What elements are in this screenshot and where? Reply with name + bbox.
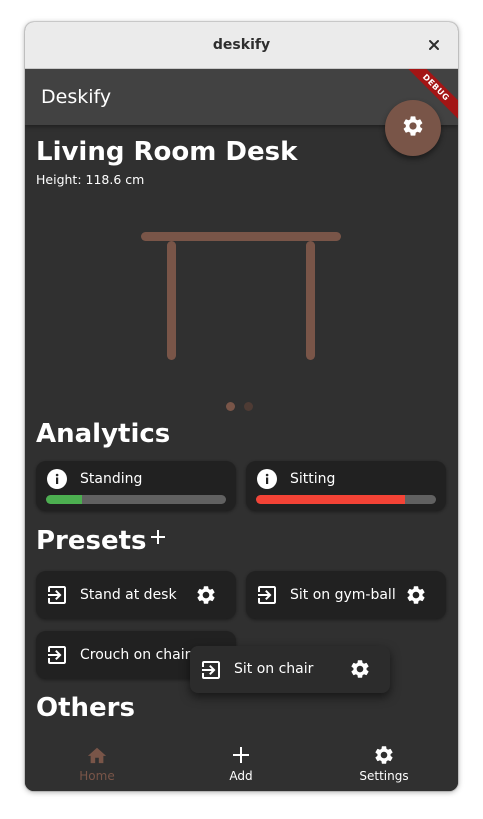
nav-label: Home (79, 769, 115, 783)
window-title: deskify (212, 37, 271, 53)
gear-icon[interactable] (404, 583, 428, 607)
preset-card[interactable]: Sit on gym-ball (246, 571, 446, 619)
analytics-card-sitting[interactable]: Sitting (246, 461, 446, 511)
desk-name: Living Room Desk (36, 137, 298, 167)
nav-label: Add (229, 769, 253, 783)
sitting-progress-bar (256, 495, 436, 504)
preset-label: Sit on chair (234, 661, 314, 677)
home-icon (85, 743, 109, 767)
info-icon (256, 468, 278, 490)
analytics-label: Sitting (290, 471, 336, 487)
analytics-card-standing[interactable]: Standing (36, 461, 236, 511)
preset-label: Crouch on chair (80, 647, 191, 663)
desk-leg-left (167, 241, 176, 360)
desk-leg-right (306, 241, 315, 360)
settings-icon (372, 743, 396, 767)
app-content: Deskify DEBUG Living Room Desk Height: 1… (25, 69, 458, 791)
page-dot[interactable] (244, 402, 253, 411)
nav-home[interactable]: Home (47, 735, 147, 791)
gear-icon[interactable] (348, 657, 372, 681)
progress-fill (256, 495, 406, 504)
nav-add[interactable]: Add (191, 735, 291, 791)
presets-title: Presets (36, 526, 147, 556)
desk-height: Height: 118.6 cm (36, 172, 145, 187)
preset-card[interactable]: Stand at desk (36, 571, 236, 619)
login-icon (199, 658, 223, 682)
others-title: Others (36, 693, 135, 723)
analytics-label: Standing (80, 471, 143, 487)
app-window: deskify Deskify DEBUG Living Room Desk H… (25, 22, 458, 791)
add-preset-button[interactable] (146, 525, 170, 549)
analytics-title: Analytics (36, 419, 171, 449)
standing-progress-bar (46, 495, 226, 504)
add-icon (229, 743, 253, 767)
page-dot[interactable] (226, 402, 235, 411)
nav-settings[interactable]: Settings (334, 735, 434, 791)
preset-label: Sit on gym-ball (290, 587, 396, 603)
login-icon (45, 643, 69, 667)
preset-label: Stand at desk (80, 587, 177, 603)
info-icon (46, 468, 68, 490)
dragging-preset-card[interactable]: Sit on chair (190, 646, 390, 693)
desk-settings-button[interactable] (385, 100, 441, 156)
window-titlebar[interactable]: deskify (25, 22, 458, 69)
login-icon (45, 583, 69, 607)
login-icon (255, 583, 279, 607)
page-indicator (226, 402, 253, 411)
nav-label: Settings (359, 769, 409, 783)
desk-illustration[interactable] (135, 227, 345, 367)
app-title: Deskify (41, 86, 112, 108)
bottom-navigation: Home Add Settings (25, 735, 458, 791)
gear-icon[interactable] (194, 583, 218, 607)
gear-icon (401, 114, 425, 142)
desk-top (141, 232, 341, 241)
close-icon[interactable] (424, 35, 444, 55)
progress-fill (46, 495, 82, 504)
